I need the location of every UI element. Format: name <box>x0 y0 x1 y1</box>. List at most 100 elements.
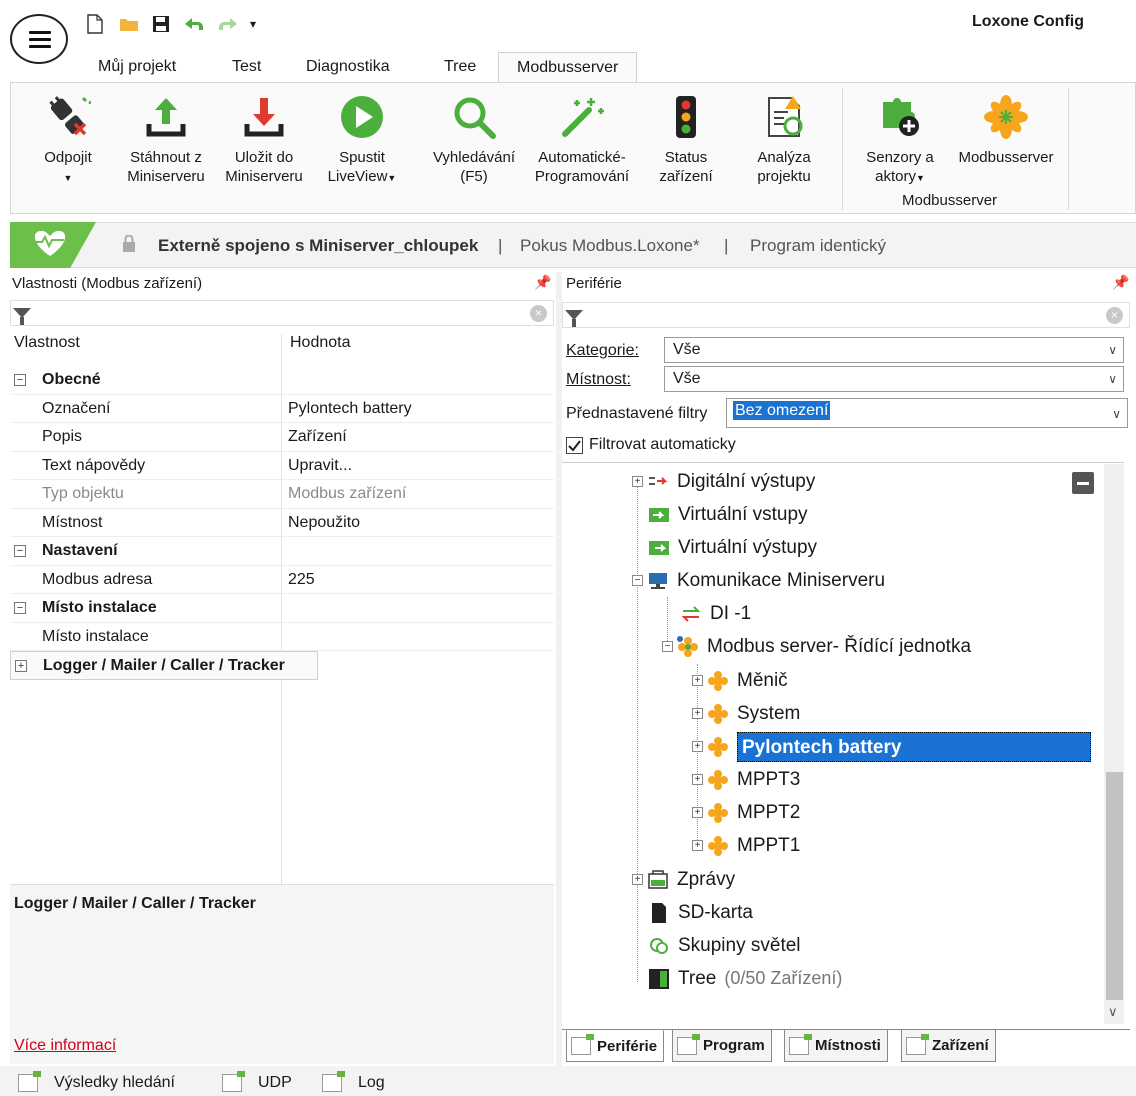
more-info-link[interactable]: Více informací <box>14 1037 116 1055</box>
tab-udp[interactable]: UDP <box>222 1070 292 1096</box>
checkbox-icon[interactable] <box>566 436 583 454</box>
room-select[interactable]: Vše ∨ <box>664 366 1124 392</box>
tree-icon <box>648 968 670 990</box>
tab-tree[interactable]: Tree <box>438 52 482 82</box>
collapse-icon[interactable]: − <box>14 545 26 557</box>
clear-filter-icon[interactable]: × <box>1106 307 1123 324</box>
property-row[interactable]: Text nápovědy Upravit... <box>10 452 554 480</box>
search-icon <box>451 94 497 140</box>
panel-tab-icon <box>322 1071 345 1092</box>
expand-icon[interactable]: + <box>692 675 703 686</box>
collapse-icon[interactable]: − <box>662 641 673 652</box>
tab-program[interactable]: Program <box>672 1030 772 1062</box>
expand-icon[interactable]: + <box>15 660 27 672</box>
collapse-icon[interactable]: − <box>14 602 26 614</box>
device-status-button[interactable]: Status zařízení <box>638 90 734 186</box>
tab-modbusserver[interactable]: Modbusserver <box>498 52 638 82</box>
property-group-settings[interactable]: − Nastavení <box>10 537 554 566</box>
expand-icon[interactable]: + <box>692 840 703 851</box>
tree-item[interactable]: + MPPT3 <box>692 763 800 796</box>
auto-filter-checkbox[interactable]: Filtrovat automaticky <box>566 436 736 454</box>
connection-status: Externě spojeno s Miniserver_chloupek <box>158 236 479 255</box>
modbus-device-icon <box>707 835 729 857</box>
undo-icon[interactable] <box>182 10 206 38</box>
app-title: Loxone Config <box>972 13 1084 30</box>
clear-filter-icon[interactable]: × <box>530 305 547 322</box>
redo-icon[interactable] <box>216 10 240 38</box>
tree-item-selected[interactable]: + Pylontech battery <box>692 730 1091 763</box>
property-group-logger[interactable]: + Logger / Mailer / Caller / Tracker <box>10 651 318 680</box>
tree-scrollbar-thumb[interactable] <box>1106 772 1123 1000</box>
expand-icon[interactable]: + <box>632 874 643 885</box>
tab-log[interactable]: Log <box>322 1070 385 1096</box>
tab-zarizeni[interactable]: Zařízení <box>901 1030 996 1062</box>
disconnect-button[interactable]: Odpojit ▼ <box>20 90 116 188</box>
property-row[interactable]: Místo instalace <box>10 623 554 651</box>
tree-item[interactable]: Skupiny světel <box>648 929 801 962</box>
pin-icon[interactable]: 📌 <box>534 274 551 291</box>
tab-test[interactable]: Test <box>226 52 267 82</box>
panel-tab-icon <box>18 1071 41 1092</box>
main-menu-button[interactable] <box>10 14 68 64</box>
expand-icon[interactable]: + <box>632 476 643 487</box>
folder-icon[interactable] <box>118 10 140 38</box>
property-row[interactable]: Označení Pylontech battery <box>10 395 554 423</box>
property-row[interactable]: Popis Zařízení <box>10 423 554 452</box>
expand-icon[interactable]: + <box>692 774 703 785</box>
expand-icon[interactable]: + <box>692 708 703 719</box>
upload-icon <box>143 94 189 140</box>
scroll-down-icon[interactable]: ∨ <box>1108 1004 1118 1020</box>
pin-icon[interactable]: 📌 <box>1112 274 1129 291</box>
tree-item[interactable]: Virtuální vstupy <box>648 498 808 531</box>
preset-filter-select[interactable]: Bez omezení ∨ <box>726 398 1128 428</box>
sensors-actuators-button[interactable]: Senzory a aktory▼ <box>852 90 948 188</box>
expand-icon[interactable]: + <box>692 741 703 752</box>
tree-item[interactable]: + Digitální výstupy <box>632 465 815 498</box>
modbus-device-icon <box>707 670 729 692</box>
quick-access-more-icon[interactable]: ▾ <box>246 10 260 38</box>
collapse-icon[interactable]: − <box>14 374 26 386</box>
tab-muj-projekt[interactable]: Můj projekt <box>92 52 182 82</box>
tree-item[interactable]: DI -1 <box>680 597 751 630</box>
tab-mistnosti[interactable]: Místnosti <box>784 1030 888 1062</box>
auto-programming-button[interactable]: Automatické- Programování <box>526 90 638 186</box>
tree-item[interactable]: Virtuální výstupy <box>648 531 817 564</box>
search-button[interactable]: Vyhledávání (F5) <box>424 90 524 186</box>
modbus-device-icon <box>707 769 729 791</box>
expand-icon[interactable]: + <box>692 807 703 818</box>
modbusserver-button[interactable]: Modbusserver <box>950 90 1062 167</box>
save-to-miniserver-button[interactable]: Uložit do Miniserveru <box>216 90 312 186</box>
tab-periferie[interactable]: Periférie <box>566 1030 665 1062</box>
property-group-installation[interactable]: − Místo instalace <box>10 594 554 623</box>
collapse-all-button[interactable] <box>1072 472 1094 494</box>
tab-search-results[interactable]: Výsledky hledání <box>18 1070 175 1096</box>
start-liveview-button[interactable]: Spustit LiveView▼ <box>314 90 410 188</box>
tree-item[interactable]: + Měnič <box>692 664 788 697</box>
collapse-icon[interactable]: − <box>632 575 643 586</box>
log-icon <box>647 869 669 891</box>
tree-item[interactable]: Tree (0/50 Zařízení) <box>648 962 842 995</box>
property-group-general[interactable]: − Obecné <box>10 366 554 395</box>
periphery-filter-input[interactable]: × <box>562 302 1130 328</box>
tree-item[interactable]: + Zprávy <box>632 863 735 896</box>
download-icon <box>241 94 287 140</box>
tree-item[interactable]: + MPPT2 <box>692 796 800 829</box>
category-select[interactable]: Vše ∨ <box>664 337 1124 363</box>
property-help-panel: Logger / Mailer / Caller / Tracker Více … <box>10 884 554 1064</box>
tab-diagnostika[interactable]: Diagnostika <box>300 52 396 82</box>
project-name: Pokus Modbus.Loxone* <box>520 236 700 255</box>
modbus-icon <box>677 635 699 658</box>
tree-item[interactable]: − Modbus server- Řídící jednotka <box>662 630 971 663</box>
light-group-icon <box>648 935 670 957</box>
tree-item[interactable]: + MPPT1 <box>692 829 800 862</box>
property-row[interactable]: Místnost Nepoužito <box>10 509 554 537</box>
tree-item[interactable]: + System <box>692 697 800 730</box>
new-file-icon[interactable] <box>84 10 106 38</box>
tree-item[interactable]: − Komunikace Miniserveru <box>632 564 885 597</box>
tree-item[interactable]: SD-karta <box>648 896 753 929</box>
download-from-miniserver-button[interactable]: Stáhnout z Miniserveru <box>118 90 214 186</box>
property-row[interactable]: Modbus adresa 225 <box>10 566 554 594</box>
project-analysis-button[interactable]: Analýza projektu <box>736 90 832 186</box>
save-icon[interactable] <box>150 10 172 38</box>
properties-filter-input[interactable]: × <box>10 300 554 326</box>
